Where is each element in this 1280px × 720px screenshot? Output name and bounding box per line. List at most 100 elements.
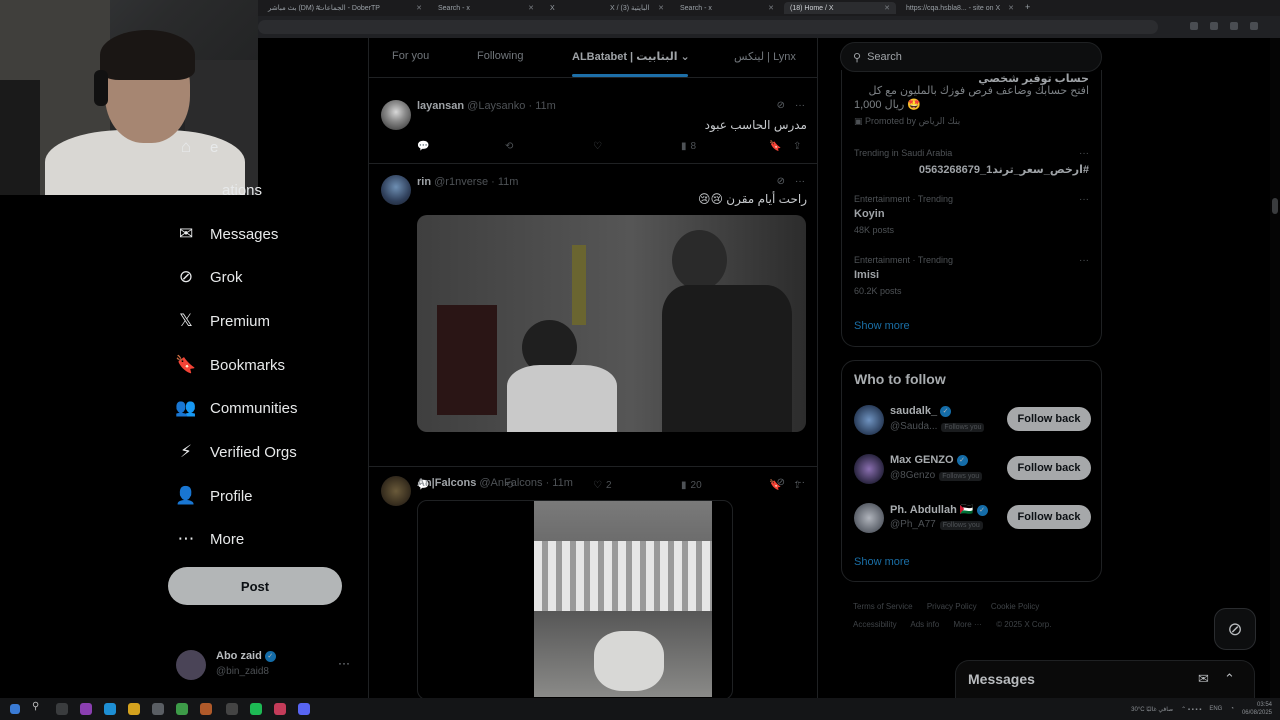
who-to-follow-show-more-link[interactable]: Show more: [854, 556, 910, 568]
browser-tab[interactable]: الجماعات - DoberTP ✕: [312, 2, 428, 14]
browser-tab[interactable]: https://cqa.hsbla8... - site on X ✕: [900, 2, 1020, 14]
page-scrollbar[interactable]: [1270, 38, 1280, 698]
follow-suggestion[interactable]: Ph. Abdullah 🇵🇸 ✓ @Ph_A77 Follows you Foll…: [842, 497, 1103, 541]
follow-back-button[interactable]: Follow back: [1007, 505, 1091, 529]
views-button[interactable]: ▮ 8: [681, 141, 696, 152]
footer-link[interactable]: Ads info: [910, 620, 939, 629]
footer-link[interactable]: More ···: [954, 620, 982, 629]
tray-icons[interactable]: ⌃ ▪ ▪ ▪ ▪: [1181, 706, 1201, 713]
app-icon[interactable]: [200, 703, 212, 715]
footer-link[interactable]: Cookie Policy: [991, 602, 1039, 611]
extension-icon[interactable]: [1230, 22, 1238, 30]
tab-albatabet[interactable]: ALBatabet | البتابيت ⌄: [572, 50, 690, 63]
browser-tab[interactable]: Search - x ✕: [674, 2, 780, 14]
avatar[interactable]: [854, 405, 884, 435]
grok-icon[interactable]: ⊘: [777, 100, 785, 111]
app-icon[interactable]: [80, 703, 92, 715]
obs-icon[interactable]: [226, 703, 238, 715]
close-tab-icon[interactable]: ✕: [528, 4, 534, 12]
promo-text[interactable]: 1,000 ريال 🤩: [854, 98, 921, 111]
browser-tab[interactable]: X: [544, 2, 600, 14]
more-icon[interactable]: ···: [795, 176, 805, 187]
post-handle[interactable]: @r1nverse: [434, 176, 488, 188]
more-icon[interactable]: ···: [1079, 194, 1089, 205]
more-icon[interactable]: ···: [795, 100, 805, 111]
task-view-icon[interactable]: [56, 703, 68, 715]
clock[interactable]: 03:54 06/08/2025: [1242, 701, 1272, 717]
expand-up-icon[interactable]: ⌃: [1224, 671, 1235, 687]
nav-home[interactable]: ⌂ e: [176, 132, 218, 162]
weather-widget[interactable]: 30°C صافي غالبًا: [1131, 706, 1173, 713]
nav-grok[interactable]: ⊘ Grok: [176, 262, 243, 292]
promo-text[interactable]: افتح حسابك وضاعف فرص فوزك بالمليون مع كل: [869, 84, 1089, 97]
url-input[interactable]: [258, 20, 1158, 34]
browser-tab[interactable]: X / البايتية (3) ✕: [604, 2, 670, 14]
account-switcher[interactable]: Abo zaid ✓ @bin_zaid8 ···: [176, 648, 360, 682]
bookmark-button[interactable]: 🔖: [769, 141, 781, 152]
browser-tab[interactable]: Search - x ✕: [432, 2, 540, 14]
close-tab-icon[interactable]: ✕: [1008, 4, 1014, 12]
trends-show-more-link[interactable]: Show more: [854, 320, 910, 332]
search-box[interactable]: ⚲ Search: [840, 42, 1102, 72]
tab-following[interactable]: Following: [477, 50, 523, 62]
new-tab-button[interactable]: +: [1025, 2, 1030, 12]
post-author[interactable]: rin: [417, 176, 431, 188]
chrome-icon[interactable]: [176, 703, 188, 715]
post-video[interactable]: [534, 501, 712, 697]
wifi-icon[interactable]: ◔: [1230, 706, 1234, 712]
more-icon[interactable]: ···: [1079, 148, 1089, 159]
nav-communities[interactable]: 👥 Communities: [175, 393, 297, 423]
new-message-icon[interactable]: ✉: [1198, 671, 1209, 687]
close-tab-icon[interactable]: ✕: [416, 4, 422, 12]
share-button[interactable]: ⇪: [793, 141, 801, 152]
post-handle[interactable]: @Laysanko: [467, 100, 525, 112]
extension-icon[interactable]: [1210, 22, 1218, 30]
app-icon[interactable]: [274, 703, 286, 715]
post[interactable]: rin @r1nverse · 11m ⊘ ··· راحت أيام مقرن …: [369, 165, 817, 491]
scrollbar-thumb[interactable]: [1272, 198, 1278, 214]
search-input[interactable]: Search: [867, 51, 902, 63]
post-time[interactable]: · 11m: [546, 477, 573, 489]
browser-tab-active[interactable]: (18) Home / X ✕: [784, 2, 896, 14]
footer-link[interactable]: Privacy Policy: [927, 602, 977, 611]
discord-icon[interactable]: [298, 703, 310, 715]
post-button[interactable]: Post: [168, 567, 342, 605]
post-avatar[interactable]: [381, 175, 411, 205]
footer-link[interactable]: Terms of Service: [853, 602, 913, 611]
nav-premium[interactable]: 𝕏 Premium: [176, 306, 270, 336]
post-image[interactable]: [417, 215, 806, 432]
follow-back-button[interactable]: Follow back: [1007, 407, 1091, 431]
nav-bookmarks[interactable]: 🔖 Bookmarks: [175, 350, 285, 380]
nav-profile[interactable]: 👤 Profile: [175, 481, 252, 511]
messages-drawer[interactable]: Messages ✉ ⌃: [955, 660, 1255, 698]
avatar[interactable]: [854, 454, 884, 484]
post-time[interactable]: · 11m: [491, 176, 518, 188]
follow-suggestion[interactable]: Max GENZO ✓ @8Genzo Follows you Follow bac…: [842, 448, 1103, 492]
post-author[interactable]: An|Falcons: [417, 477, 476, 489]
more-icon[interactable]: ···: [795, 477, 805, 488]
post-avatar[interactable]: [381, 100, 411, 130]
menu-icon[interactable]: [1250, 22, 1258, 30]
more-icon[interactable]: ···: [1079, 255, 1089, 266]
footer-link[interactable]: Accessibility: [853, 620, 897, 629]
more-icon[interactable]: ···: [338, 656, 350, 670]
nav-verified-orgs[interactable]: ⚡ Verified Orgs: [176, 437, 297, 467]
grok-floating-button[interactable]: ⊘: [1214, 608, 1256, 650]
input-language[interactable]: ENG: [1209, 706, 1222, 712]
close-tab-icon[interactable]: ✕: [884, 4, 890, 12]
post[interactable]: layansan @Laysanko · 11m ⊘ ··· مدرس الحاس…: [369, 92, 817, 164]
reply-button[interactable]: 💬: [417, 141, 433, 152]
post[interactable]: An|Falcons @AnFalcons · 11m ⊘ ···: [369, 468, 817, 698]
spotify-icon[interactable]: [250, 703, 262, 715]
avatar[interactable]: [854, 503, 884, 533]
post-avatar[interactable]: [381, 476, 411, 506]
close-tab-icon[interactable]: ✕: [768, 4, 774, 12]
post-video-frame[interactable]: [417, 500, 733, 698]
tab-for-you[interactable]: For you: [392, 50, 429, 62]
follow-suggestion[interactable]: saudalk_ ✓ @Sauda... Follows you Follow ba…: [842, 399, 1103, 443]
app-icon[interactable]: [152, 703, 164, 715]
extension-icon[interactable]: [1190, 22, 1198, 30]
chevron-down-icon[interactable]: ⌄: [681, 51, 690, 63]
grok-icon[interactable]: ⊘: [777, 477, 785, 488]
like-button[interactable]: ♡: [593, 141, 606, 152]
